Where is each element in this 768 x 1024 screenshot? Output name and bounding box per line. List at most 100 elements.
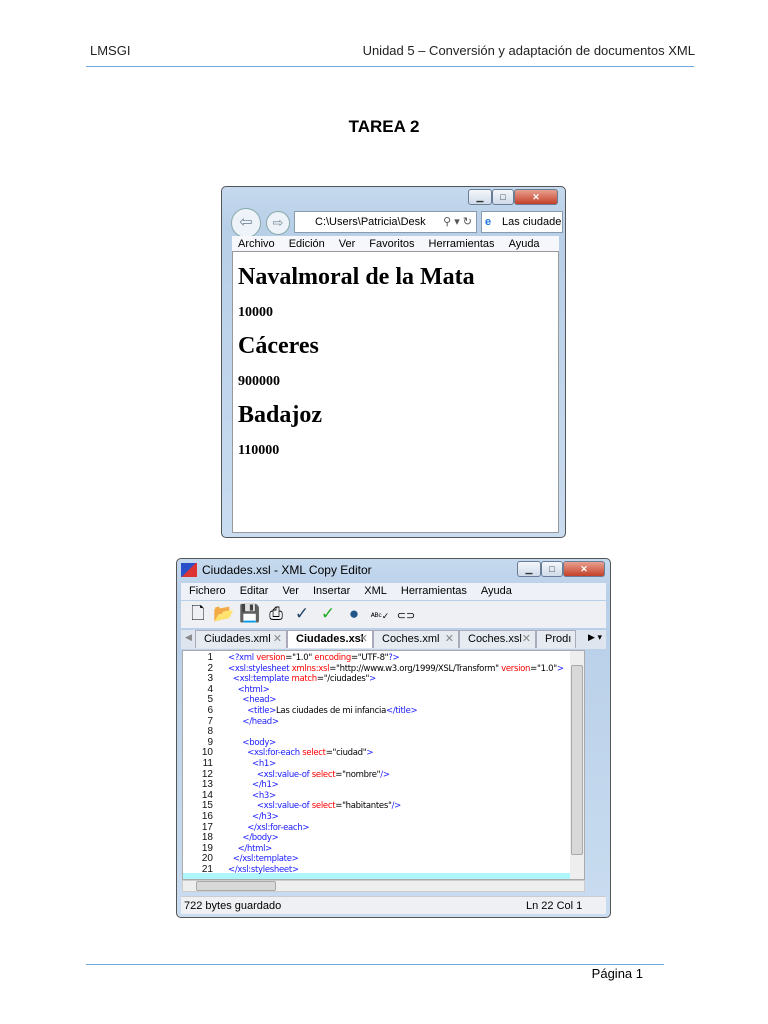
code-token: ="UTF-8" [350, 653, 389, 663]
code-token: > [369, 674, 376, 685]
code-token: <head> [228, 695, 277, 706]
menu-item-favoritos[interactable]: Favoritos [369, 238, 414, 250]
print-icon[interactable]: ⎙ [265, 603, 287, 625]
tab-ciudades-xml[interactable]: Ciudades.xml ✕ [195, 630, 287, 648]
code-token: <xsl:for-each [228, 748, 303, 759]
code-token: </body> [228, 833, 279, 844]
footer-divider [86, 964, 664, 965]
city-population: 10000 [238, 305, 273, 320]
menu-item-ver[interactable]: Ver [282, 585, 299, 597]
code-token: /> [380, 769, 390, 780]
editor-menu-bar: Fichero Editar Ver Insertar XML Herramientas A… [181, 583, 606, 600]
page-number: Página 1 [591, 966, 643, 981]
code-line: <h1> [228, 759, 276, 770]
forward-icon[interactable]: ⇨ [266, 211, 290, 235]
code-token: Las ciudades de mi infancia [275, 706, 386, 716]
code-token: encoding [314, 653, 351, 663]
menu-item-herramientas[interactable]: Herramientas [401, 585, 467, 597]
save-icon[interactable]: 💾 [239, 603, 261, 625]
code-token: </title> [386, 706, 418, 716]
tab-label: Ciudades.xsl [296, 633, 364, 645]
code-token: <xsl:stylesheet [228, 663, 292, 674]
back-icon[interactable]: ⇦ [231, 208, 261, 238]
code-token: select [311, 801, 336, 812]
minimize-button[interactable]: ▁ [468, 189, 492, 205]
tab-prod-[interactable]: Prodı [536, 630, 576, 648]
browser-tab[interactable]: e Las ciudade [481, 211, 563, 233]
code-token: select [311, 769, 336, 780]
tab-close-icon[interactable]: ✕ [359, 631, 368, 648]
code-token: <?xml [228, 653, 257, 663]
address-bar[interactable]: C:\Users\Patricia\Desk ⚲ ▾ ↻ [294, 211, 477, 233]
code-token: </html> [228, 843, 273, 854]
code-line: </xsl:template> [228, 854, 299, 865]
code-token: </xsl:template> [228, 854, 299, 865]
code-line: <xsl:value-of select="habitantes"/> [228, 801, 401, 812]
code-line: <html> [228, 684, 270, 696]
code-line: <xsl:for-each select="ciudad"> [228, 748, 373, 759]
open-folder-icon[interactable]: 📂 [213, 603, 235, 625]
menu-item-insertar[interactable]: Insertar [313, 585, 350, 597]
city-population: 900000 [238, 374, 280, 389]
code-editor[interactable]: 1 <?xml version="1.0" encoding="UTF-8"?> 2… [182, 650, 585, 880]
browser-globe-icon[interactable]: ● [343, 603, 365, 625]
vertical-scrollbar[interactable] [570, 651, 584, 879]
code-token: </xsl:stylesheet> [228, 865, 299, 875]
maximize-button[interactable]: □ [541, 561, 563, 577]
close-button[interactable]: ✕ [563, 561, 605, 577]
code-token: ="/ciudades" [316, 674, 370, 685]
code-token: ="1.0" [530, 663, 557, 674]
code-line: </head> [228, 717, 279, 728]
link-icon[interactable]: ⊂⊃ [395, 605, 417, 627]
menu-item-edición[interactable]: Edición [289, 238, 325, 250]
code-line: </xsl:for-each> [228, 823, 309, 834]
code-token: > [366, 748, 374, 759]
code-token: ="1.0" [285, 653, 315, 663]
tab-coches-xsl[interactable]: Coches.xsl ✕ [459, 630, 536, 648]
tab-close-icon[interactable]: ✕ [522, 631, 531, 648]
tab-bar: ◀ Ciudades.xml ✕ Ciudades.xsl ✕ Coches.xml ✕ C… [181, 630, 606, 649]
code-token: xmlns:xsl [291, 663, 330, 674]
menu-item-ver[interactable]: Ver [339, 238, 356, 250]
header-divider [86, 66, 694, 67]
city-name: Cáceres [238, 333, 319, 359]
menu-item-archivo[interactable]: Archivo [238, 238, 275, 250]
tab-scroll-left-icon[interactable]: ◀ [185, 632, 192, 643]
menu-item-herramientas[interactable]: Herramientas [429, 238, 495, 250]
maximize-button[interactable]: □ [492, 189, 514, 205]
code-token: select [302, 748, 326, 759]
spellcheck-icon[interactable]: ᴬᴮᶜ✓ [369, 605, 391, 627]
code-line: <body> [228, 738, 276, 749]
code-token: version [501, 663, 531, 674]
tab-close-icon[interactable]: ✕ [273, 631, 282, 648]
tab-close-icon[interactable]: ✕ [445, 631, 454, 648]
line-number: 21 [201, 864, 213, 875]
tab-label: Prodı [545, 633, 572, 645]
tab-ciudades-xsl[interactable]: Ciudades.xsl ✕ [287, 630, 373, 648]
menu-item-editar[interactable]: Editar [240, 585, 269, 597]
tab-title: Las ciudade [502, 216, 562, 228]
validate-icon[interactable]: ✓ [317, 603, 339, 625]
minimize-button[interactable]: ▁ [517, 561, 541, 577]
tab-scroll-right-icon[interactable]: ▶ ▾ [588, 632, 602, 643]
close-button[interactable]: ✕ [514, 189, 558, 205]
code-token: <html> [228, 684, 270, 695]
tab-coches-xml[interactable]: Coches.xml ✕ [373, 630, 459, 648]
city-name: Badajoz [238, 402, 322, 428]
line-number: 16 [201, 811, 213, 822]
menu-item-xml[interactable]: XML [364, 585, 387, 597]
code-token: ="nombre" [335, 769, 381, 780]
search-refresh-icon[interactable]: ⚲ ▾ ↻ [443, 212, 472, 232]
browser-content: Navalmoral de la Mata 10000 Cáceres 900000 B… [232, 251, 559, 533]
menu-item-fichero[interactable]: Fichero [189, 585, 226, 597]
menu-item-ayuda[interactable]: Ayuda [509, 238, 540, 250]
new-file-icon[interactable]: 🗋 [187, 603, 209, 625]
header-left: LMSGI [90, 43, 131, 58]
horizontal-scrollbar[interactable] [182, 880, 585, 892]
tab-label: Coches.xsl [468, 633, 522, 645]
menu-item-ayuda[interactable]: Ayuda [481, 585, 512, 597]
code-token: ="habitantes" [335, 801, 392, 812]
code-line: </xsl:stylesheet> [228, 865, 299, 876]
code-token: <body> [228, 737, 276, 748]
check-wellformed-icon[interactable]: ✓ [291, 603, 313, 625]
